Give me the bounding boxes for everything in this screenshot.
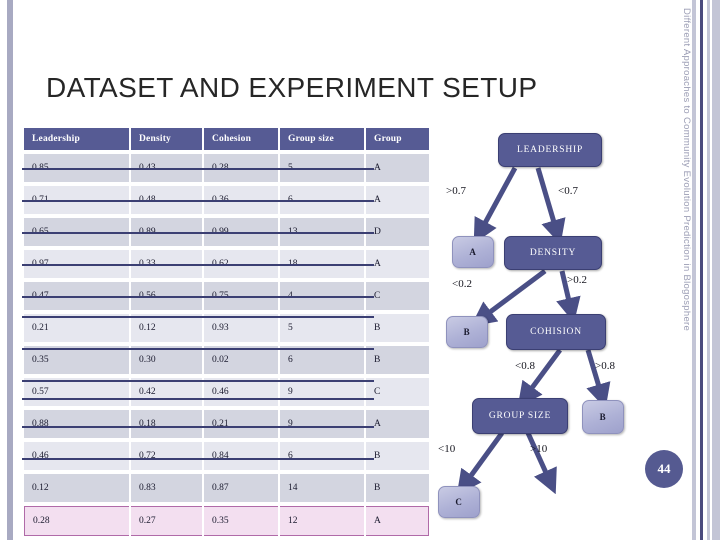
edge-label-groupsize-gt: >10 bbox=[530, 443, 548, 455]
edge-label-leadership-gt: >0.7 bbox=[446, 185, 466, 197]
cell-group-size: 14 bbox=[280, 474, 364, 502]
cell-group-size: 6 bbox=[280, 442, 364, 470]
decision-tree: LEADERSHIP A DENSITY B COHISION GROUP SI… bbox=[410, 128, 660, 528]
table-header: Leadership Density Cohesion Group size G… bbox=[24, 128, 429, 150]
table-row[interactable]: 0.88 0.18 0.21 9 A bbox=[24, 410, 429, 438]
table-body: 0.850.430.285A0.710.480.366A0.650.890.99… bbox=[24, 154, 429, 536]
edge-label-groupsize-lt: <10 bbox=[438, 443, 456, 455]
column-header-leadership: Leadership bbox=[24, 128, 129, 150]
cell-cohesion: 0.02 bbox=[204, 346, 278, 374]
cell-cohesion: 0.84 bbox=[204, 442, 278, 470]
edge-label-leadership-lt: <0.7 bbox=[558, 185, 578, 197]
strike-rule bbox=[22, 426, 374, 428]
strike-rule bbox=[22, 348, 374, 350]
table-row[interactable]: 0.57 0.42 0.46 9 C bbox=[24, 378, 429, 406]
cell-group-size: 5 bbox=[280, 314, 364, 342]
cell-leadership: 0.35 bbox=[24, 346, 129, 374]
cell-density: 0.27 bbox=[131, 506, 202, 536]
cell-cohesion: 0.87 bbox=[204, 474, 278, 502]
table-row[interactable]: 0.46 0.72 0.84 6 B bbox=[24, 442, 429, 470]
right-accent-strips bbox=[690, 0, 720, 540]
cell-leadership: 0.46 bbox=[24, 442, 129, 470]
cell-density: 0.18 bbox=[131, 410, 202, 438]
column-header-cohesion: Cohesion bbox=[204, 128, 278, 150]
cell-density: 0.83 bbox=[131, 474, 202, 502]
tree-leaf-b-2[interactable]: B bbox=[582, 400, 624, 434]
strike-rule bbox=[22, 458, 374, 460]
right-strip-1 bbox=[692, 0, 696, 540]
strike-rule bbox=[22, 398, 374, 400]
edge-label-cohesion-lt: <0.8 bbox=[515, 360, 535, 372]
cell-cohesion: 0.35 bbox=[204, 506, 278, 536]
dataset-table: Leadership Density Cohesion Group size G… bbox=[22, 124, 431, 540]
column-header-density: Density bbox=[131, 128, 202, 150]
running-title: Different Approaches to Community Evolut… bbox=[681, 8, 692, 332]
cell-density: 0.30 bbox=[131, 346, 202, 374]
edge-label-cohesion-gt: >0.8 bbox=[595, 360, 615, 372]
cell-leadership: 0.88 bbox=[24, 410, 129, 438]
right-strip-3 bbox=[707, 0, 710, 540]
strike-rule bbox=[22, 200, 374, 202]
left-accent-bar bbox=[7, 0, 13, 540]
strike-rule bbox=[22, 264, 374, 266]
cell-cohesion: 0.21 bbox=[204, 410, 278, 438]
cell-density: 0.42 bbox=[131, 378, 202, 406]
table-row[interactable]: 0.35 0.30 0.02 6 B bbox=[24, 346, 429, 374]
table-row[interactable]: 0.12 0.83 0.87 14 B bbox=[24, 474, 429, 502]
cell-leadership: 0.21 bbox=[24, 314, 129, 342]
cell-leadership: 0.28 bbox=[24, 506, 129, 536]
edge-label-density-gt: >0.2 bbox=[567, 274, 587, 286]
cell-group-size: 6 bbox=[280, 346, 364, 374]
table-row[interactable]: 0.21 0.12 0.93 5 B bbox=[24, 314, 429, 342]
table-row[interactable]: 0.28 0.27 0.35 12 A bbox=[24, 506, 429, 536]
table-header-row: Leadership Density Cohesion Group size G… bbox=[24, 128, 429, 150]
tree-node-density[interactable]: DENSITY bbox=[504, 236, 602, 270]
cell-leadership: 0.12 bbox=[24, 474, 129, 502]
cell-density: 0.72 bbox=[131, 442, 202, 470]
cell-density: 0.12 bbox=[131, 314, 202, 342]
strike-rule bbox=[22, 296, 374, 298]
tree-node-group-size[interactable]: GROUP SIZE bbox=[472, 398, 568, 434]
tree-node-cohesion[interactable]: COHISION bbox=[506, 314, 606, 350]
cell-cohesion: 0.93 bbox=[204, 314, 278, 342]
cell-group-size: 9 bbox=[280, 378, 364, 406]
cell-group-size: 9 bbox=[280, 410, 364, 438]
cell-group-size: 12 bbox=[280, 506, 364, 536]
slide-canvas: Different Approaches to Community Evolut… bbox=[0, 0, 720, 540]
tree-leaf-c[interactable]: C bbox=[438, 486, 480, 518]
tree-leaf-a[interactable]: A bbox=[452, 236, 494, 268]
edge-label-density-lt: <0.2 bbox=[452, 278, 472, 290]
cell-cohesion: 0.46 bbox=[204, 378, 278, 406]
right-strip-2 bbox=[700, 0, 703, 540]
strike-rule bbox=[22, 380, 374, 382]
strike-rule bbox=[22, 316, 374, 318]
strike-rule bbox=[22, 168, 374, 170]
tree-leaf-b-1[interactable]: B bbox=[446, 316, 488, 348]
cell-leadership: 0.57 bbox=[24, 378, 129, 406]
column-header-group-size: Group size bbox=[280, 128, 364, 150]
strike-rule bbox=[22, 232, 374, 234]
tree-node-leadership[interactable]: LEADERSHIP bbox=[498, 133, 602, 167]
page-title: DATASET AND EXPERIMENT SETUP bbox=[46, 72, 538, 103]
right-strip-4 bbox=[712, 0, 720, 540]
